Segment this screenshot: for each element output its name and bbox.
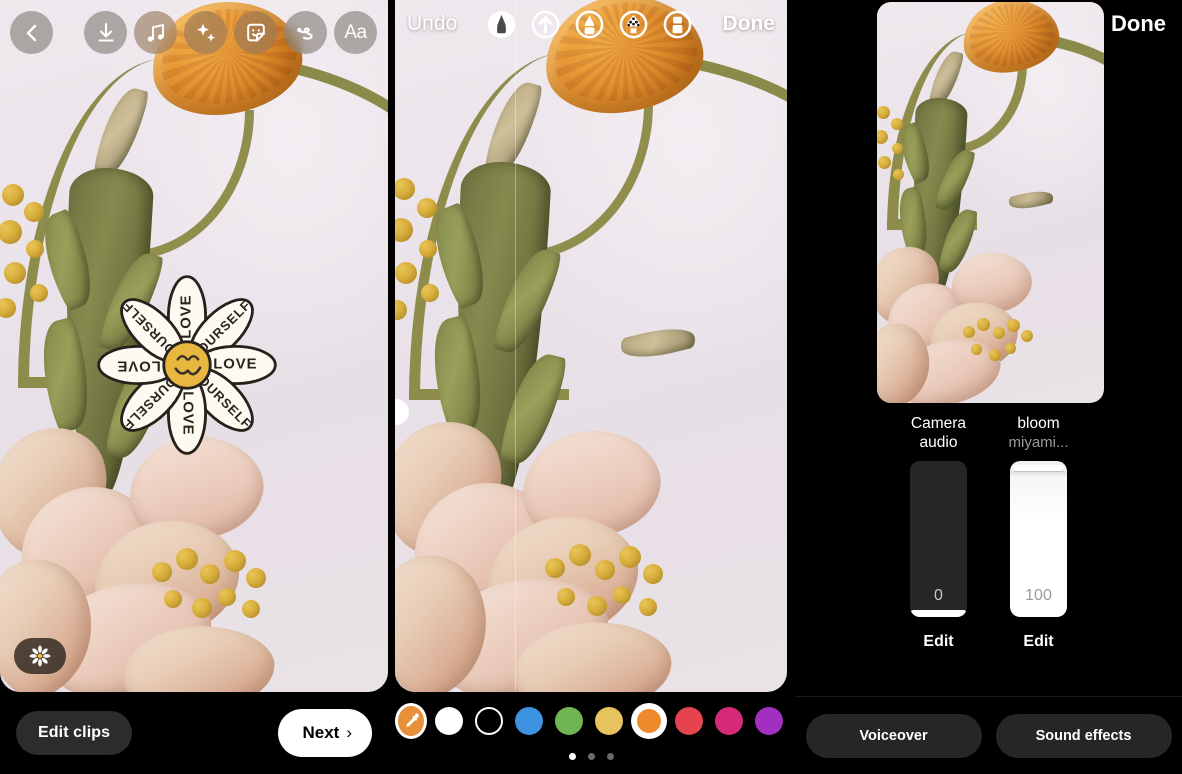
color-swatch-fill (595, 707, 623, 735)
editor-toolbar: Aa (10, 11, 378, 54)
draw-photo-canvas[interactable] (395, 0, 787, 692)
marker-tool-icon (575, 10, 604, 38)
audio-fader-cap-shade (1010, 471, 1067, 477)
eraser-tool-icon (663, 10, 692, 38)
save-button[interactable] (84, 11, 127, 54)
eraser-tool-button[interactable] (662, 9, 693, 40)
svg-text:LOVE: LOVE (213, 357, 257, 373)
photo-filler-cluster (877, 104, 921, 196)
color-swatch-red[interactable] (671, 703, 707, 739)
audio-track-edit-button[interactable]: Edit (923, 633, 953, 651)
squiggle-draw-icon (296, 27, 313, 40)
audio-action-bar: Voiceover Sound effects (795, 696, 1182, 774)
undo-button[interactable]: Undo (407, 12, 457, 36)
color-swatch-pink[interactable] (711, 703, 747, 739)
neon-tool-button[interactable] (618, 9, 649, 40)
editor-bottom-bar: Edit clips Next › (0, 692, 388, 774)
color-swatch-fill (435, 707, 463, 735)
daisy-center (162, 340, 212, 390)
clip-thumbnail[interactable] (877, 2, 1104, 403)
palette-page-dot[interactable] (568, 753, 576, 760)
color-swatch-fill (755, 707, 783, 735)
audio-fader-fill (910, 610, 967, 617)
text-button[interactable]: Aa (334, 11, 377, 54)
color-swatch-black[interactable] (471, 703, 507, 739)
audio-level-value: 0 (934, 587, 943, 604)
text-aa-icon: Aa (344, 21, 367, 43)
stickers-button[interactable] (234, 11, 277, 54)
story-editor-panel: LOVE YOURSELF LOVE YOURSELF LOVE YOURSELF LOVE… (0, 0, 388, 774)
eyedropper-icon (406, 713, 419, 727)
chevron-right-icon: › (346, 723, 352, 742)
audio-track-title: Camera audio (911, 414, 966, 456)
marker-tool-button[interactable] (574, 9, 605, 40)
neon-glitter-tool-icon (619, 10, 648, 38)
sparkles-icon (196, 23, 215, 41)
audio-track-mixer: Camera audio 0 Edit bloom miyami... 100 Edit (795, 414, 1182, 651)
color-swatch-green[interactable] (551, 703, 587, 739)
download-icon (97, 22, 114, 42)
svg-text:LOVE: LOVE (117, 357, 161, 373)
audio-level-value: 100 (1025, 587, 1052, 604)
audio-volume-fader[interactable]: 100 (1010, 461, 1067, 617)
audio-track-title-line: Camera (910, 415, 967, 432)
color-swatch-orange[interactable] (631, 703, 667, 739)
effects-button[interactable] (184, 11, 227, 54)
music-button[interactable] (134, 11, 177, 54)
sticker-smiley-icon (246, 23, 265, 41)
audio-done-button[interactable]: Done (1111, 11, 1166, 37)
draw-done-button[interactable]: Done (722, 12, 775, 36)
next-button[interactable]: Next › (278, 709, 372, 757)
palette-page-dot[interactable] (587, 753, 595, 760)
pen-tool-button[interactable] (486, 9, 517, 40)
color-swatch-yellow[interactable] (591, 703, 627, 739)
draw-button[interactable] (284, 11, 327, 54)
audio-volume-fader[interactable]: 0 (910, 461, 967, 617)
arrow-tool-icon (531, 10, 560, 38)
color-palette (395, 698, 787, 744)
svg-text:LOVE: LOVE (179, 391, 195, 435)
next-button-label: Next (302, 723, 340, 742)
photo-filler-cluster (0, 180, 74, 330)
sound-effects-button[interactable]: Sound effects (995, 713, 1172, 758)
edit-clips-button[interactable]: Edit clips (16, 711, 133, 755)
palette-page-dot[interactable] (606, 753, 614, 760)
photo-filler-cluster (961, 318, 1041, 382)
audio-track-edit-button[interactable]: Edit (1023, 633, 1053, 651)
draw-tools-row (486, 9, 693, 40)
music-note-icon (147, 23, 164, 42)
audio-track-title-line: audio (919, 434, 958, 451)
effects-pill-button[interactable] (14, 638, 66, 674)
color-swatch-purple[interactable] (751, 703, 787, 739)
clip-seam (515, 0, 516, 692)
photo-filler-cluster (395, 174, 467, 332)
color-swatch-fill (515, 707, 543, 735)
love-yourself-daisy-sticker[interactable]: LOVE YOURSELF LOVE YOURSELF LOVE YOURSELF LOVE… (94, 272, 280, 458)
color-swatch-fill (475, 707, 503, 735)
color-swatch-blue[interactable] (511, 703, 547, 739)
color-swatch-white[interactable] (431, 703, 467, 739)
audio-mixer-panel: Done Camera audio 0 Edit bloom miyami... 100 Ed… (795, 0, 1182, 774)
arrow-tool-button[interactable] (530, 9, 561, 40)
palette-page-dots (395, 753, 787, 760)
color-swatch-fill (715, 707, 743, 735)
back-button[interactable] (10, 11, 53, 54)
daisy-flower-icon (29, 645, 51, 667)
eyedropper-color-button[interactable] (395, 703, 427, 739)
draw-mode-panel: Undo Done (395, 0, 787, 774)
voiceover-button[interactable]: Voiceover (805, 713, 982, 758)
draw-toolbar: Undo Done (395, 0, 787, 48)
audio-track-title: bloom miyami... (1009, 414, 1069, 456)
svg-text:LOVE: LOVE (179, 295, 195, 339)
color-swatch-fill (675, 707, 703, 735)
audio-track-title-line: bloom (1017, 415, 1060, 432)
pen-tool-icon (488, 10, 516, 38)
back-chevron-icon (26, 24, 36, 41)
color-swatch-fill (555, 707, 583, 735)
audio-track: Camera audio 0 Edit (903, 414, 974, 651)
screenshot-stage: LOVE YOURSELF LOVE YOURSELF LOVE YOURSELF LOVE… (0, 0, 1182, 774)
color-swatch-fill (637, 709, 661, 733)
audio-track: bloom miyami... 100 Edit (1003, 414, 1074, 651)
audio-track-subtitle: miyami... (1008, 434, 1069, 451)
